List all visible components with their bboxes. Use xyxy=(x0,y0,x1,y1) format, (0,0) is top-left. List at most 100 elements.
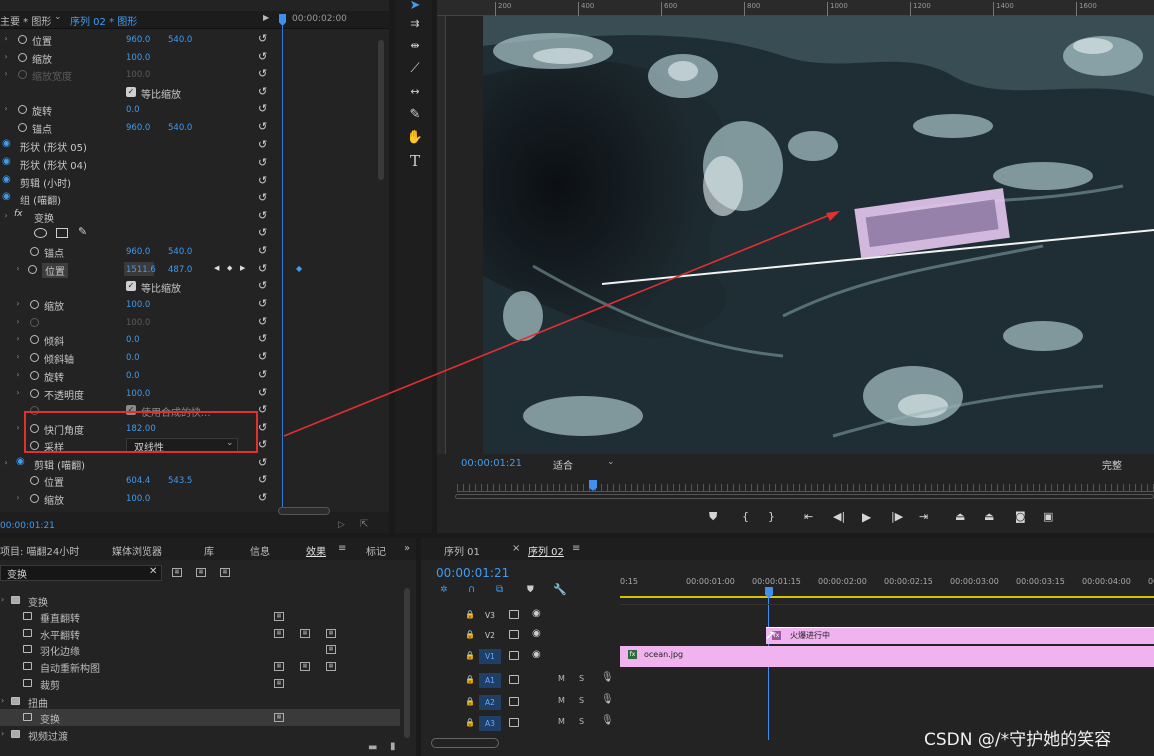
fit-dropdown[interactable]: 适合 xyxy=(553,457,573,472)
tab-sequence-01[interactable]: 序列 01 xyxy=(444,543,480,558)
property-row[interactable]: › 缩放 100.0 ↺ xyxy=(0,49,278,67)
value-2[interactable]: 543.5 xyxy=(168,476,192,486)
reset-icon[interactable]: ↺ xyxy=(258,120,267,133)
expand-arrow-icon[interactable]: › xyxy=(1,729,4,738)
tab-info[interactable]: 信息 xyxy=(250,543,270,558)
expand-arrow-icon[interactable]: › xyxy=(2,69,10,78)
stopwatch-icon[interactable] xyxy=(30,494,39,503)
expand-arrow-icon[interactable]: › xyxy=(2,34,10,43)
timeline-scrollbar[interactable] xyxy=(431,738,499,748)
expand-arrow-icon[interactable]: › xyxy=(2,458,10,467)
clip-v1[interactable]: fx ocean.jpg xyxy=(620,646,1154,667)
property-row[interactable]: › 旋转 0.0 ↺ xyxy=(0,367,278,385)
tab-sequence-02[interactable]: 序列 02 xyxy=(528,543,564,558)
track-name[interactable]: A1 xyxy=(479,673,501,688)
expand-arrow-icon[interactable]: › xyxy=(14,423,22,432)
current-time[interactable]: 00:00:01:21 xyxy=(0,521,55,531)
go-to-in-icon[interactable]: ⇤ xyxy=(804,510,813,523)
value-1[interactable]: 960.0 xyxy=(126,35,150,45)
property-row[interactable]: › 位置 960.0 540.0 ↺ xyxy=(0,31,278,49)
work-area-bar[interactable] xyxy=(620,596,1154,598)
tab-libraries[interactable]: 库 xyxy=(204,543,214,558)
ripple-edit-tool-icon[interactable]: ⇹ xyxy=(404,36,426,56)
track-name[interactable]: V1 xyxy=(479,649,501,664)
slip-tool-icon[interactable]: ↔ xyxy=(404,82,426,102)
chevron-down-icon[interactable]: ⌄ xyxy=(54,12,62,22)
sequence-tab[interactable]: 序列 02 * 图形 xyxy=(70,13,137,28)
lock-icon[interactable]: 🔒 xyxy=(465,610,475,619)
value-1[interactable]: 0.0 xyxy=(126,353,140,363)
property-row[interactable]: ◉ 组 (喵翻) ↺ xyxy=(0,190,278,208)
play-icon[interactable]: ▶ xyxy=(862,510,871,524)
go-to-out-icon[interactable]: ⇥ xyxy=(919,510,928,523)
track-name[interactable]: V2 xyxy=(479,628,501,643)
expand-arrow-icon[interactable]: › xyxy=(1,696,4,705)
effects-folder[interactable]: › 变换 xyxy=(0,592,400,609)
stopwatch-icon[interactable] xyxy=(30,389,39,398)
eye-icon[interactable]: ◉ xyxy=(2,156,11,167)
property-row[interactable]: › 100.0 ↺ xyxy=(0,314,278,332)
eye-icon[interactable]: ◉ xyxy=(2,174,11,185)
filter-icon[interactable]: ▷ xyxy=(338,520,345,530)
type-tool-icon[interactable]: T xyxy=(404,151,426,171)
reset-icon[interactable]: ↺ xyxy=(258,403,267,416)
reset-icon[interactable]: ↺ xyxy=(258,50,267,63)
fx-icon[interactable]: fx xyxy=(14,209,23,219)
tab-markers[interactable]: 标记 xyxy=(366,543,386,558)
expand-arrow-icon[interactable]: › xyxy=(14,317,22,326)
effects-scrollbar[interactable] xyxy=(404,588,410,738)
tab-media-browser[interactable]: 媒体浏览器 xyxy=(112,543,162,558)
microphone-icon[interactable]: 🎙 xyxy=(601,672,614,683)
accelerated-filter-icon[interactable]: ▦ xyxy=(172,568,182,577)
property-row[interactable]: › 倾斜 0.0 ↺ xyxy=(0,331,278,349)
sync-lock-icon[interactable] xyxy=(509,675,519,684)
value-1[interactable]: 0.0 xyxy=(126,371,140,381)
reset-icon[interactable]: ↺ xyxy=(258,174,267,187)
expand-arrow-icon[interactable]: › xyxy=(2,52,10,61)
reset-icon[interactable]: ↺ xyxy=(258,85,267,98)
quality-dropdown[interactable]: 完整 xyxy=(1102,457,1122,472)
effect-item[interactable]: 裁剪 ▦ xyxy=(0,675,400,692)
value-2[interactable]: 540.0 xyxy=(168,123,192,133)
mute-button[interactable]: M xyxy=(558,696,565,705)
track-header[interactable]: 🔒 A1 M S 🎙 xyxy=(421,670,620,692)
export-frame-icon[interactable]: ◙ xyxy=(1015,510,1026,523)
solo-button[interactable]: S xyxy=(579,674,584,683)
nested-icon[interactable]: ⧉ xyxy=(496,584,503,595)
lift-icon[interactable]: ⏏ xyxy=(955,510,965,523)
lock-icon[interactable]: 🔒 xyxy=(465,630,475,639)
property-row[interactable]: ◉ 形状 (形状 05) ↺ xyxy=(0,137,278,155)
program-ruler[interactable] xyxy=(457,484,1154,492)
property-row[interactable]: 位置 604.4 543.5 ↺ xyxy=(0,472,278,490)
effect-item[interactable]: 羽化边缘 ▦ xyxy=(0,641,400,658)
reset-icon[interactable]: ↺ xyxy=(258,138,267,151)
reset-icon[interactable]: ↺ xyxy=(258,244,267,257)
keyframe-icon[interactable]: ◆ xyxy=(296,264,302,273)
effects-folder[interactable]: › 扭曲 xyxy=(0,693,400,710)
reset-icon[interactable]: ↺ xyxy=(258,421,267,434)
expand-arrow-icon[interactable]: › xyxy=(14,299,22,308)
ellipse-mask-icon[interactable] xyxy=(34,228,47,238)
reset-icon[interactable]: ↺ xyxy=(258,456,267,469)
track-name[interactable]: A3 xyxy=(479,716,501,731)
stopwatch-icon[interactable] xyxy=(18,35,27,44)
sync-lock-icon[interactable] xyxy=(509,651,519,660)
rectangle-mask-icon[interactable] xyxy=(56,228,68,238)
value-1[interactable]: 100.0 xyxy=(126,389,150,399)
stopwatch-icon[interactable] xyxy=(18,123,27,132)
microphone-icon[interactable]: 🎙 xyxy=(601,694,614,705)
next-keyframe-icon[interactable]: ▶ xyxy=(240,264,245,272)
delete-icon[interactable]: ▮ xyxy=(390,741,396,752)
add-marker-icon[interactable]: ⛊ xyxy=(709,510,717,524)
prev-keyframe-icon[interactable]: ◀ xyxy=(214,264,219,272)
property-row[interactable]: › 不透明度 100.0 ↺ xyxy=(0,385,278,403)
eye-icon[interactable]: ◉ xyxy=(16,456,25,467)
lock-icon[interactable]: 🔒 xyxy=(465,697,475,706)
reset-icon[interactable]: ↺ xyxy=(258,191,267,204)
value-1[interactable]: 100.0 xyxy=(126,53,150,63)
expand-arrow-icon[interactable]: › xyxy=(1,595,4,604)
stopwatch-icon[interactable] xyxy=(30,476,39,485)
track-header[interactable]: 🔒 V2 ◉ xyxy=(421,625,620,647)
value-1[interactable]: 100.0 xyxy=(126,300,150,310)
expand-arrow-icon[interactable]: › xyxy=(14,264,22,273)
